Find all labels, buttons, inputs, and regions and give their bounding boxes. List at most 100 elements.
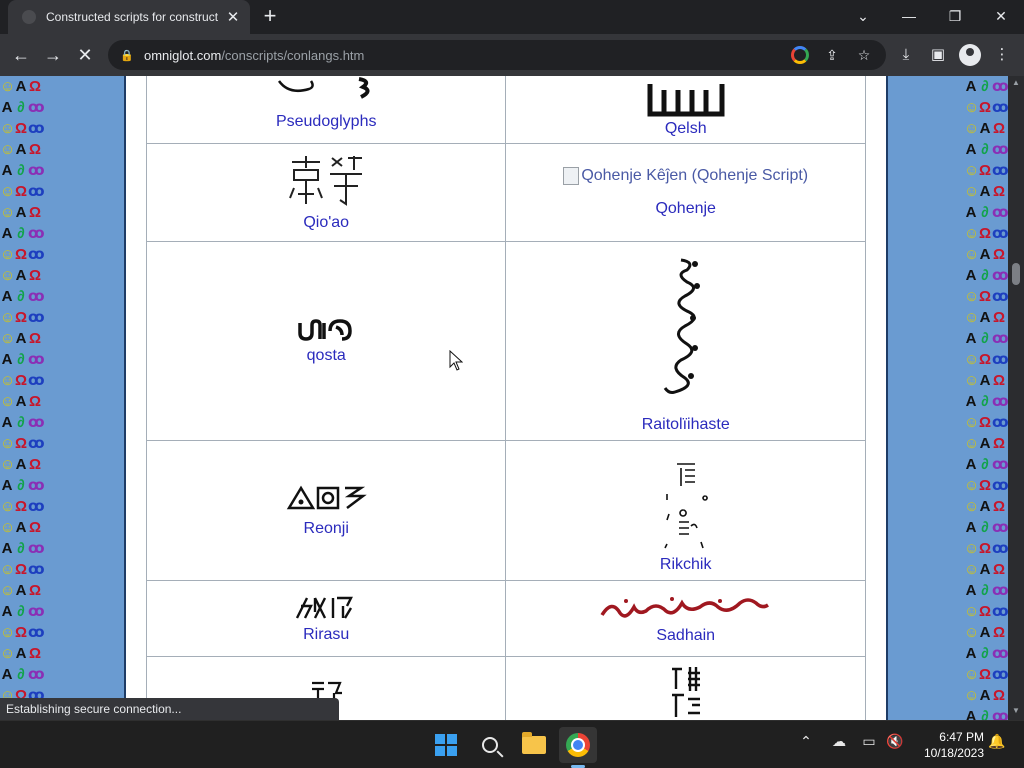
onedrive-icon[interactable]: ☁ [828,733,850,750]
decorative-glyph: Ω [14,498,28,515]
scroll-thumb[interactable] [1012,263,1020,285]
decorative-glyph: ꝏ [28,288,44,305]
decorative-glyph-row: A ∂ ꝏ [0,475,44,496]
decorative-glyph: ꝏ [28,477,44,494]
qioao-sample-image[interactable] [286,154,366,208]
bookmark-star-icon[interactable]: ☆ [852,43,876,67]
decorative-glyph-row: ☺AΩ [964,496,1008,517]
google-lens-icon[interactable] [791,46,809,64]
decorative-glyph: ☺ [0,519,16,536]
decorative-glyph: Ω [992,435,1006,452]
site-info-icon[interactable]: 🔒 [120,49,134,62]
table-row: Reonji Rikchik [145,440,866,581]
windows-taskbar: ⌃ ☁ ▭ 🔇 6:47 PM 10/18/2023 🔔 [0,720,1024,768]
decorative-glyph: ☺ [0,183,16,200]
qohenje-image-alt-text: Qohenje Kêĵen (Qohenje Script) [581,167,809,184]
table-cell: Pseudoglyphs [145,76,507,144]
script-link-reonji[interactable]: Reonji [147,520,505,538]
script-link-qioao[interactable]: Qio'ao [147,214,505,232]
raitoliihaste-sample-image[interactable] [661,256,711,408]
decorative-glyph: A [979,183,991,200]
decorative-glyph-row: A ∂ ꝏ [0,286,44,307]
rikchik-sample-image[interactable] [661,460,711,552]
decorative-glyph: ꝏ [28,183,44,200]
script-link-pseudoglyphs[interactable]: Pseudoglyphs [147,113,505,131]
script-link-rirasu[interactable]: Rirasu [147,626,505,644]
qosta-sample-image[interactable] [296,317,356,343]
notification-bell-icon[interactable]: 🔔 [986,733,1008,750]
decorative-glyph: ☺ [964,99,980,116]
menu-kebab-icon[interactable]: ⋮ [991,44,1013,66]
download-icon[interactable]: ⤓ [895,44,917,66]
script-link-sadhain[interactable]: Sadhain [506,627,865,645]
decorative-glyph: Ω [992,120,1006,137]
address-bar[interactable]: 🔒 omniglot.com/conscripts/conlangs.htm ⇪… [108,40,886,70]
qelsh-sample-image[interactable] [636,80,736,120]
decorative-glyph: ☺ [0,78,16,95]
decorative-glyph: ꝏ [28,540,44,557]
scroll-down-arrow-icon[interactable]: ▼ [1011,706,1021,715]
decorative-glyph: Ω [14,372,28,389]
decorative-glyph: ☺ [964,687,980,704]
sadhain-sample-image[interactable] [598,593,774,623]
network-icon[interactable]: ▭ [858,733,880,750]
table-cell: Qio'ao [145,143,507,242]
decorative-glyph: Ω [978,666,992,683]
restore-button[interactable]: ❐ [932,0,978,34]
pseudoglyphs-sample-image[interactable] [271,76,381,113]
chrome-taskbar-button[interactable] [559,727,597,763]
decorative-glyph: ∂ [981,456,989,473]
stop-loading-icon[interactable]: ✕ [72,42,98,68]
next-script-sample-image-right[interactable] [666,665,706,720]
scroll-up-arrow-icon[interactable]: ▲ [1011,78,1021,87]
qohenje-broken-image[interactable]: Qohenje Kêĵen (Qohenje Script) [563,167,808,185]
decorative-glyph-row: ☺AΩ [0,328,44,349]
decorative-glyph: Ω [28,519,42,536]
decorative-glyph: Ω [978,99,992,116]
system-clock[interactable]: 6:47 PM 10/18/2023 [912,729,984,761]
page-scrollbar[interactable]: ▲ ▼ [1008,76,1024,720]
volume-muted-icon[interactable]: 🔇 [884,733,906,750]
back-arrow-icon[interactable]: ← [8,42,34,68]
taskbar-search-button[interactable] [471,727,509,763]
script-link-qohenje[interactable]: Qohenje [506,200,865,218]
show-hidden-icons-chevron-icon[interactable]: ⌃ [795,733,817,750]
close-window-button[interactable]: ✕ [978,0,1024,34]
decorative-glyph-row: ☺ Ωꝏ [0,118,44,139]
decorative-glyph: ꝏ [992,708,1008,720]
decorative-glyph: ꝏ [992,162,1008,179]
decorative-glyph: A [15,267,27,284]
script-link-rikchik[interactable]: Rikchik [506,556,865,574]
decorative-glyph: ∂ [17,540,25,557]
decorative-glyph: ∂ [981,582,989,599]
decorative-glyph: ☺ [0,267,16,284]
script-link-raitoliihaste[interactable]: Raitolïihaste [506,416,865,434]
forward-arrow-icon[interactable]: → [40,42,66,68]
decorative-glyph-row: ☺ Ωꝏ [964,475,1008,496]
tab-search-button[interactable]: ⌄ [840,0,886,34]
start-button[interactable] [427,727,465,763]
reonji-sample-image[interactable] [285,484,367,512]
browser-tab-active[interactable]: Constructed scripts for constructed lang… [8,0,250,34]
decorative-glyph: ☺ [964,540,980,557]
decorative-glyph: A [979,687,991,704]
profile-avatar-icon[interactable] [959,44,981,66]
decorative-glyph-row: A ∂ ꝏ [964,517,1008,538]
rirasu-sample-image[interactable] [293,594,359,620]
decorative-glyph: A [979,372,991,389]
decorative-glyph: A [965,393,977,410]
file-explorer-button[interactable] [515,727,553,763]
side-panel-icon[interactable]: ▣ [927,44,949,66]
browser-toolbar: ← → ✕ 🔒 omniglot.com/conscripts/conlangs… [0,34,1024,76]
decorative-glyph-row: ☺AΩ [964,118,1008,139]
decorative-glyph-row: A ∂ ꝏ [964,391,1008,412]
tab-close-icon[interactable]: ✕ [224,8,242,26]
decorative-glyph: ∂ [981,519,989,536]
url-text[interactable]: omniglot.com/conscripts/conlangs.htm [144,48,788,63]
decorative-glyph: ☺ [964,288,980,305]
minimize-button[interactable]: — [886,0,932,34]
table-cell: Rirasu [145,580,507,657]
new-tab-button[interactable]: + [258,4,282,30]
share-icon[interactable]: ⇪ [820,43,844,67]
script-link-qelsh[interactable]: Qelsh [506,120,865,138]
